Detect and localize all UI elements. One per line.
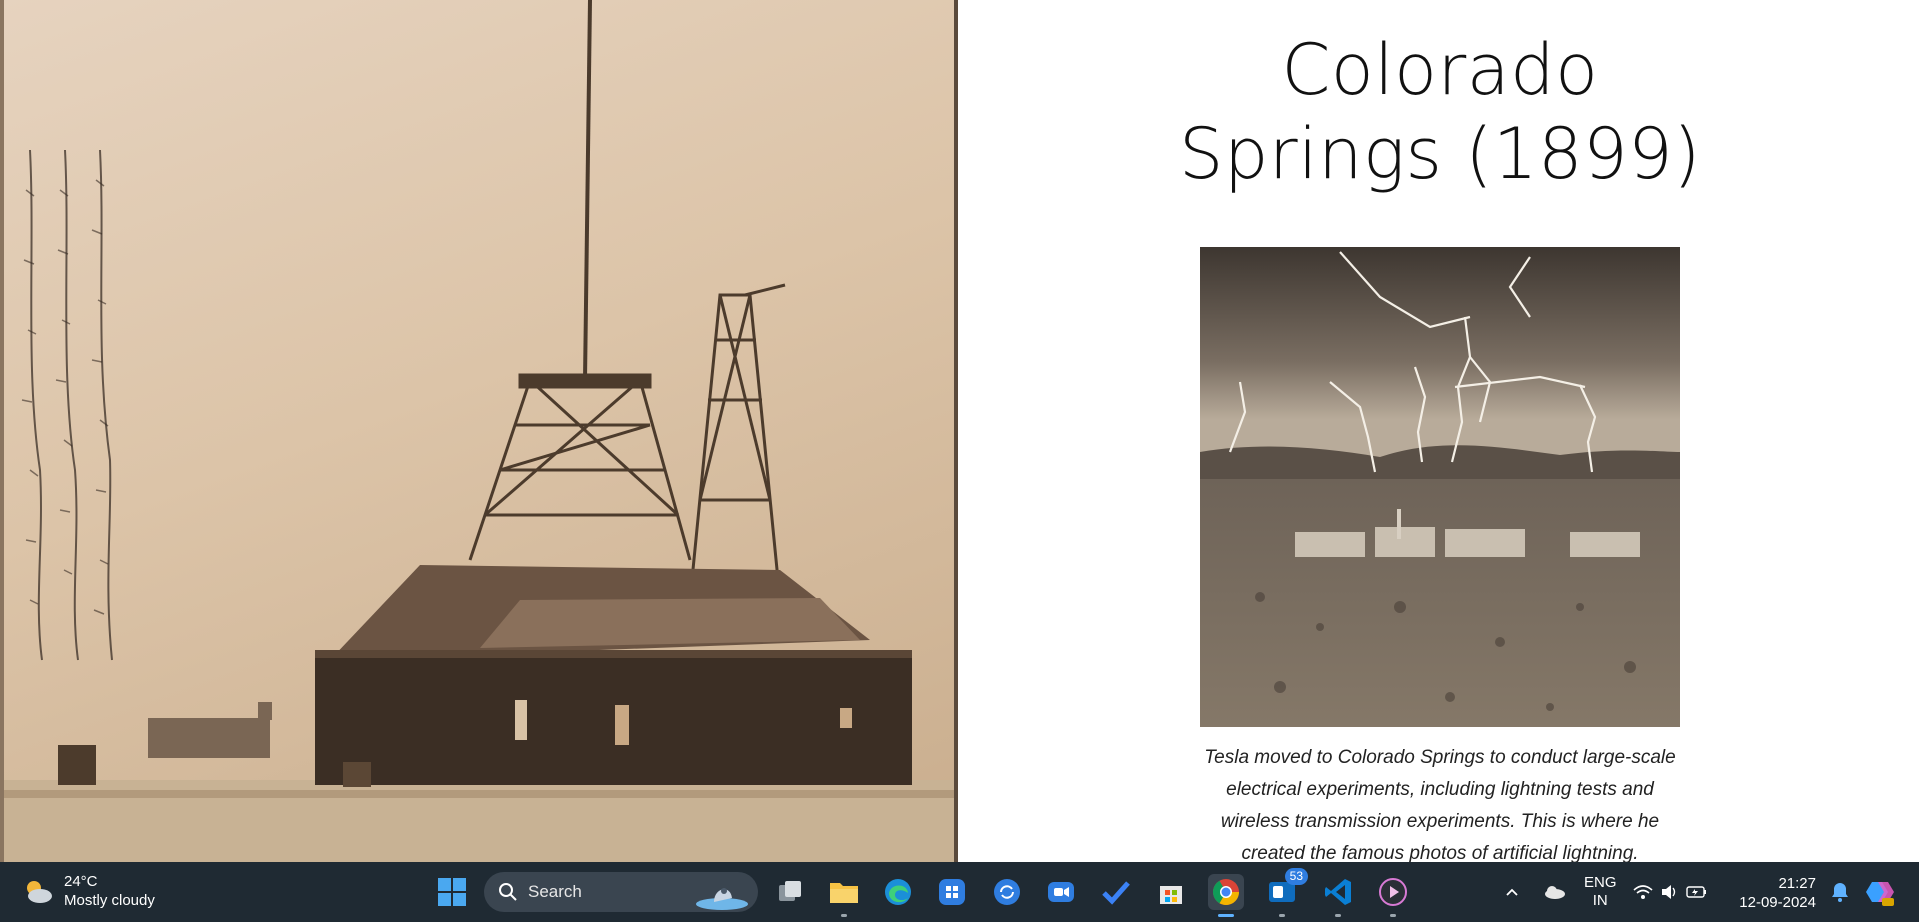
taskbar: 24°C Mostly cloudy Search 53 ENG IN 21:2… — [0, 862, 1919, 922]
weather-desc: Mostly cloudy — [64, 892, 155, 909]
media-player-button[interactable] — [1375, 874, 1411, 917]
notification-badge: 53 — [1284, 868, 1308, 885]
task-view-button[interactable] — [772, 874, 808, 910]
quick-settings-button[interactable] — [1630, 874, 1710, 910]
edge-browser-button[interactable] — [880, 874, 916, 910]
app-button[interactable] — [934, 874, 970, 910]
chevron-up-icon — [1506, 888, 1518, 896]
bell-icon — [1832, 883, 1848, 902]
volume-icon — [1662, 885, 1676, 899]
copilot-button[interactable] — [1862, 874, 1898, 910]
edge-icon — [885, 879, 911, 905]
file-explorer-button[interactable] — [826, 874, 862, 917]
tesla-lab-photo — [0, 0, 958, 862]
search-input[interactable]: Search — [484, 872, 758, 912]
chrome-icon — [1212, 879, 1240, 906]
todo-app-button[interactable] — [1098, 874, 1134, 910]
sync-app-button[interactable] — [989, 874, 1025, 910]
windows-icon — [438, 878, 466, 906]
lab-tower-illustration — [0, 0, 958, 862]
search-label: Search — [528, 882, 582, 901]
lightning-illustration — [1200, 247, 1680, 727]
meet-app-button[interactable] — [1043, 874, 1079, 910]
sync-icon — [994, 879, 1020, 905]
wifi-icon — [1633, 885, 1653, 899]
vscode-button[interactable] — [1320, 874, 1356, 917]
folder-icon — [830, 883, 858, 903]
task-view-icon — [779, 881, 801, 901]
chrome-button[interactable] — [1208, 874, 1244, 917]
lang-line-1: ENG — [1584, 874, 1617, 891]
title-line-2: Springs (1899) — [1179, 113, 1701, 195]
search-highlight-icon — [696, 888, 748, 910]
cloudy-weather-icon — [27, 881, 52, 903]
app-grid-icon — [939, 879, 965, 905]
onedrive-button[interactable] — [1536, 874, 1572, 910]
clock[interactable]: 21:27 12-09-2024 — [1736, 874, 1816, 912]
weather-temp: 24°C — [64, 873, 98, 890]
copilot-icon — [1866, 882, 1894, 906]
weather-widget[interactable]: 24°C Mostly cloudy — [20, 872, 155, 910]
language-indicator[interactable]: ENG IN — [1584, 874, 1617, 910]
title-line-1: Colorado — [1281, 29, 1599, 111]
video-call-icon — [1048, 882, 1074, 902]
photo-caption: Tesla moved to Colorado Springs to condu… — [1204, 747, 1676, 864]
search-icon — [499, 883, 517, 901]
lightning-photo — [1200, 247, 1680, 727]
page-title: Colorado Springs (1899) — [1140, 28, 1740, 196]
store-button[interactable] — [1153, 874, 1189, 910]
clock-date: 12-09-2024 — [1739, 894, 1816, 911]
battery-icon — [1686, 886, 1706, 898]
clock-time: 21:27 — [1778, 875, 1816, 892]
store-icon — [1160, 886, 1182, 904]
notifications-button[interactable] — [1822, 874, 1858, 910]
cloud-icon — [1545, 886, 1565, 899]
outlook-button[interactable]: 53 — [1264, 868, 1308, 917]
show-hidden-icons-button[interactable] — [1494, 874, 1530, 910]
vscode-icon — [1325, 879, 1351, 905]
play-icon — [1379, 878, 1407, 906]
start-button[interactable] — [434, 874, 470, 910]
lang-line-2: IN — [1592, 892, 1608, 909]
checkmark-icon — [1102, 881, 1130, 905]
